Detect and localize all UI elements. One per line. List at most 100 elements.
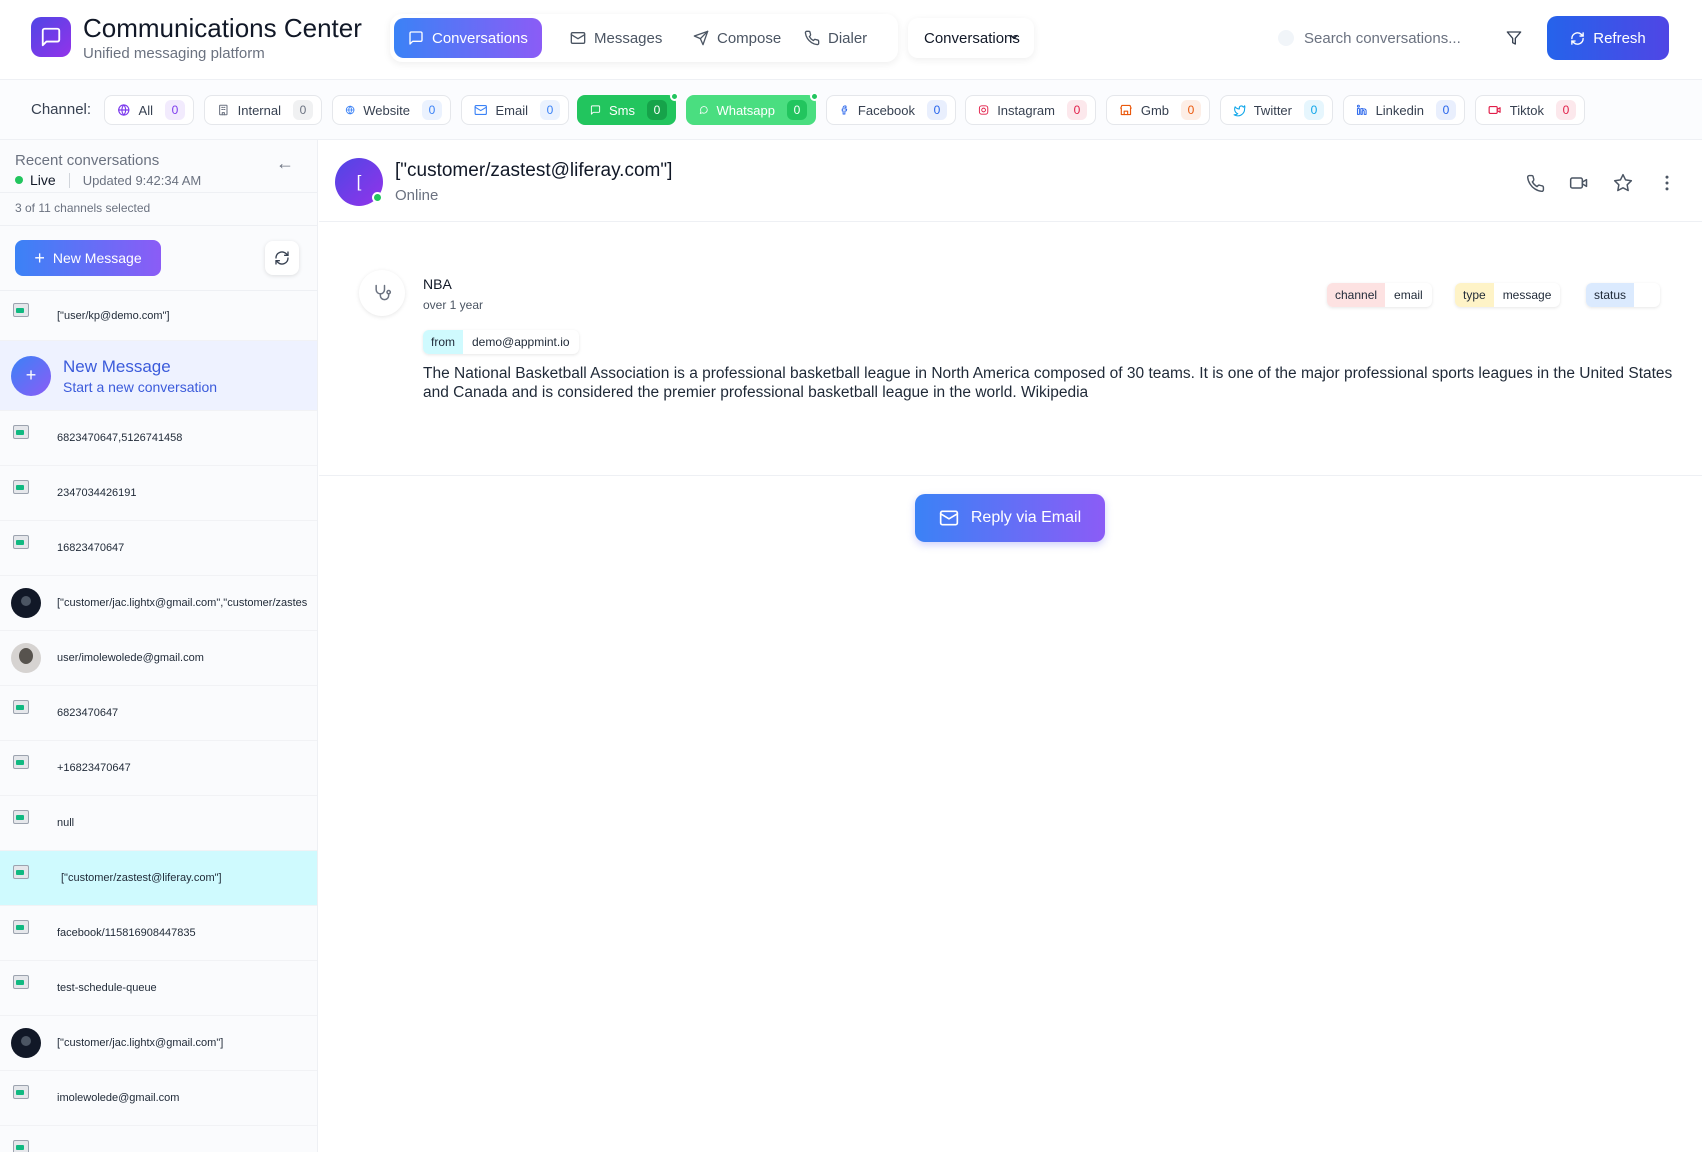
new-conversation-title: New Message — [63, 356, 171, 376]
channel-chip-twitter[interactable]: Twitter 0 — [1220, 95, 1333, 125]
channel-chip-count: 0 — [1304, 100, 1324, 120]
instagram-icon — [978, 105, 989, 115]
avatar — [11, 643, 41, 673]
conversation-name: 6823470647 — [57, 707, 119, 719]
reply-label: Reply via Email — [970, 509, 1082, 526]
channel-chip-label: Instagram — [997, 102, 1055, 118]
search-input[interactable]: Search conversations... — [1304, 30, 1461, 47]
channel-chip-email[interactable]: Email 0 — [461, 95, 569, 125]
conversation-item[interactable] — [0, 1126, 317, 1152]
channel-chip-facebook[interactable]: Facebook 0 — [826, 95, 956, 125]
sidebar-title: Recent conversations — [15, 152, 160, 169]
contact-name: ["customer/zastest@liferay.com"] — [395, 160, 673, 181]
channel-chip-internal[interactable]: Internal 0 — [204, 95, 322, 125]
tab-conversations[interactable]: Conversations — [394, 18, 542, 58]
divider — [0, 225, 317, 226]
conversation-item[interactable]: 16823470647 — [0, 521, 317, 576]
app-title: Communications Center — [83, 13, 362, 43]
meta-tag-type: type message — [1455, 283, 1561, 307]
conversation-item[interactable]: +16823470647 — [0, 741, 317, 796]
video-call-button[interactable] — [1568, 172, 1590, 194]
conversation-name: 6823470647,5126741458 — [57, 432, 183, 444]
channel-chip-count: 0 — [787, 100, 807, 120]
new-message-button[interactable]: + New Message — [15, 240, 161, 276]
conversation-item[interactable]: 6823470647 — [0, 686, 317, 741]
avatar — [11, 808, 41, 838]
conversation-name: facebook/115816908447835 — [57, 927, 196, 939]
channel-chip-tiktok[interactable]: Tiktok 0 — [1475, 95, 1585, 125]
new-message-label: New Message — [52, 250, 142, 266]
globe-icon — [118, 104, 130, 116]
view-select[interactable]: Conversations — [908, 18, 1034, 58]
channel-chip-label: Facebook — [857, 102, 915, 118]
send-icon — [693, 30, 709, 46]
channel-chip-label: Twitter — [1253, 102, 1292, 118]
channel-filter-bar: Channel: All 0 Internal 0 Website 0 Email 0 Sms 0… — [0, 80, 1702, 140]
conversation-name: test-schedule-queue — [57, 982, 157, 994]
tab-messages[interactable]: Messages — [556, 18, 676, 58]
live-label: Live — [30, 172, 56, 188]
conversation-item[interactable]: imolewolede@gmail.com — [0, 1071, 317, 1126]
updated-time: Updated 9:42:34 AM — [82, 172, 202, 188]
channel-chip-instagram[interactable]: Instagram 0 — [965, 95, 1096, 125]
refresh-button[interactable]: Refresh — [1547, 16, 1669, 60]
conversation-list: ["user/kp@demo.com"] + New Message Start… — [0, 291, 317, 1152]
avatar — [11, 588, 41, 618]
video-icon — [1569, 177, 1588, 189]
avatar — [11, 973, 41, 1003]
call-button[interactable] — [1524, 172, 1546, 194]
conversation-item[interactable]: ["customer/jac.lightx@gmail.com"] — [0, 1016, 317, 1071]
more-options-button[interactable] — [1656, 172, 1678, 194]
channel-chip-website[interactable]: Website 0 — [332, 95, 451, 125]
avatar — [11, 533, 41, 563]
conversation-item[interactable]: test-schedule-queue — [0, 961, 317, 1016]
main-nav: Conversations Messages Compose Dialer — [390, 14, 898, 62]
whatsapp-icon — [699, 106, 708, 114]
channel-chip-count: 0 — [540, 100, 560, 120]
filter-button[interactable] — [1502, 26, 1526, 50]
conversation-item[interactable]: ["customer/jac.lightx@gmail.com","custom… — [0, 576, 317, 631]
mail-icon — [570, 32, 586, 44]
avatar — [11, 1083, 41, 1113]
channel-chip-count: 0 — [422, 100, 442, 120]
conversation-name: ["customer/jac.lightx@gmail.com","custom… — [57, 597, 308, 609]
conversation-name: ["customer/zastest@liferay.com"] — [61, 872, 222, 884]
search-box[interactable]: Search conversations... — [1278, 20, 1488, 56]
channel-chip-whatsapp[interactable]: Whatsapp 0 — [686, 92, 819, 125]
message-type-badge — [359, 270, 405, 316]
stethoscope-icon — [375, 284, 392, 301]
conversation-item[interactable]: ["customer/zastest@liferay.com"] — [0, 851, 317, 906]
channel-chip-sms[interactable]: Sms 0 — [577, 92, 679, 125]
conversation-item[interactable]: facebook/115816908447835 — [0, 906, 317, 961]
tab-compose[interactable]: Compose — [679, 18, 795, 58]
avatar — [11, 1028, 41, 1058]
refresh-icon — [275, 251, 289, 265]
channel-chip-count: 0 — [165, 100, 185, 120]
collapse-sidebar-button[interactable]: ← — [276, 153, 294, 174]
conversation-item[interactable]: 6823470647,5126741458 — [0, 411, 317, 466]
chevron-down-icon — [1010, 34, 1018, 40]
tag-value: email — [1394, 288, 1423, 302]
channel-chip-count: 0 — [293, 100, 313, 120]
channel-chip-gmb[interactable]: Gmb 0 — [1106, 95, 1210, 125]
tag-key: status — [1586, 283, 1635, 307]
tab-dialer[interactable]: Dialer — [790, 18, 881, 58]
reply-via-email-button[interactable]: Reply via Email — [915, 494, 1105, 542]
sidebar-refresh-button[interactable] — [265, 241, 299, 275]
channel-chip-all[interactable]: All 0 — [104, 95, 194, 125]
conversation-item[interactable]: null — [0, 796, 317, 851]
favorite-button[interactable] — [1612, 172, 1634, 194]
conversation-item[interactable]: user/imolewolede@gmail.com — [0, 631, 317, 686]
conversation-item[interactable]: 2347034426191 — [0, 466, 317, 521]
channel-chip-count: 0 — [1181, 100, 1201, 120]
tab-label: Compose — [717, 29, 782, 47]
store-icon — [1120, 104, 1132, 116]
avatar-letter: [ — [356, 172, 362, 191]
channel-chip-label: Internal — [237, 102, 281, 118]
new-conversation-item[interactable]: + New Message Start a new conversation — [0, 341, 317, 411]
conversation-item[interactable]: ["user/kp@demo.com"] — [0, 291, 317, 341]
channel-chip-count: 0 — [1556, 100, 1576, 120]
channel-chip-linkedin[interactable]: Linkedin 0 — [1343, 95, 1465, 125]
plus-icon: + — [34, 248, 45, 268]
channel-chip-label: Tiktok — [1509, 102, 1544, 118]
